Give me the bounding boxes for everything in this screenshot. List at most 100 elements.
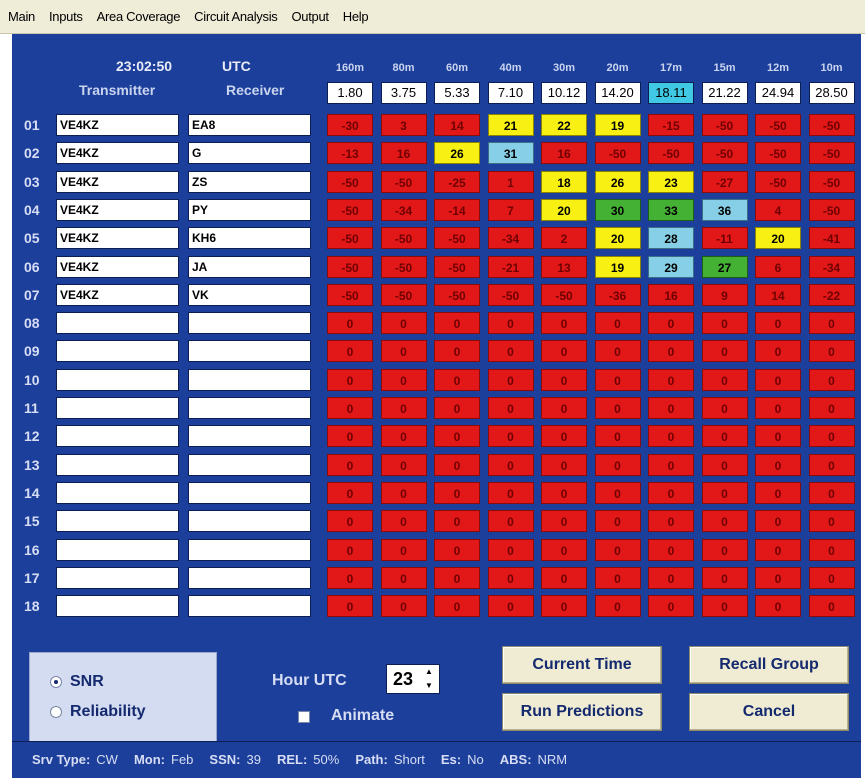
status-label: SSN: [209,752,241,767]
receiver-field[interactable]: EA8 [188,114,311,136]
prediction-cell: 0 [327,453,373,476]
band-frequency[interactable]: 7.10 [487,82,534,104]
prediction-cell: 0 [487,368,534,391]
prediction-cell: 0 [808,312,855,335]
prediction-cell: -50 [434,283,480,306]
animate-checkbox[interactable] [298,711,310,723]
prediction-cell: 0 [755,453,801,476]
prediction-cell: 0 [594,312,641,335]
receiver-field[interactable] [188,397,311,419]
prediction-cell: 0 [327,397,373,419]
band-frequency[interactable]: 14.20 [594,82,641,104]
prediction-cell: 0 [327,368,373,391]
prediction-cell: 0 [808,425,855,448]
prediction-cell: 0 [594,340,641,363]
receiver-field[interactable] [188,312,311,335]
receiver-field[interactable]: JA [188,255,311,278]
transmitter-field[interactable] [56,566,179,589]
prediction-cell: 0 [594,481,641,504]
prediction-cell: 0 [327,340,373,363]
cancel-button[interactable]: Cancel [689,693,849,731]
hour-spinner[interactable]: ▲ ▼ [421,666,437,692]
transmitter-field[interactable] [56,538,179,561]
band-frequency[interactable]: 24.94 [755,82,801,104]
transmitter-field[interactable]: VE4KZ [56,255,179,278]
transmitter-field[interactable]: VE4KZ [56,142,179,165]
transmitter-field[interactable] [56,595,179,618]
menu-bar: Main Inputs Area Coverage Circuit Analys… [0,0,865,34]
prediction-cell: 0 [434,595,480,618]
prediction-cell: -41 [808,227,855,250]
menu-main[interactable]: Main [8,9,35,24]
prediction-cell: 29 [648,255,694,278]
prediction-cell: 0 [648,368,694,391]
receiver-field[interactable]: ZS [188,170,311,193]
prediction-cell: 0 [380,397,427,419]
prediction-cell: 0 [380,453,427,476]
transmitter-field[interactable] [56,425,179,448]
status-value: Feb [171,752,194,767]
prediction-cell: 0 [808,538,855,561]
prediction-cell: 0 [327,510,373,533]
band-frequency[interactable]: 28.50 [808,82,855,104]
status-value: No [467,752,484,767]
prediction-cell: 0 [380,595,427,618]
transmitter-field[interactable] [56,397,179,419]
reliability-label: Reliability [70,703,146,720]
receiver-field[interactable] [188,481,311,504]
snr-radio[interactable]: SNR [50,673,104,691]
spin-down-icon[interactable]: ▼ [425,680,433,692]
transmitter-field[interactable]: VE4KZ [56,283,179,306]
prediction-cell: 0 [434,566,480,589]
prediction-cell: 0 [541,595,587,618]
spin-up-icon[interactable]: ▲ [425,666,433,678]
receiver-field[interactable] [188,340,311,363]
menu-output[interactable]: Output [292,9,330,24]
receiver-field[interactable]: VK [188,283,311,306]
transmitter-field[interactable]: VE4KZ [56,114,179,136]
status-value: Short [393,752,425,767]
status-value: CW [96,752,118,767]
current-time-button[interactable]: Current Time [502,646,662,684]
band-frequency[interactable]: 10.12 [541,82,587,104]
transmitter-field[interactable] [56,340,179,363]
display-mode-group: SNR Reliability [29,652,217,742]
receiver-field[interactable] [188,538,311,561]
transmitter-field[interactable] [56,510,179,533]
status-items: Srv Type: CW Mon: Feb SSN: 39 REL: 50% Path: Shor… [32,752,567,767]
transmitter-field[interactable]: VE4KZ [56,227,179,250]
receiver-field[interactable] [188,595,311,618]
reliability-radio[interactable]: Reliability [50,703,146,721]
menu-help[interactable]: Help [343,9,369,24]
menu-area-coverage[interactable]: Area Coverage [97,9,181,24]
receiver-field[interactable] [188,566,311,589]
band-frequency[interactable]: 21.22 [701,82,748,104]
transmitter-field[interactable] [56,312,179,335]
transmitter-field[interactable] [56,453,179,476]
transmitter-field[interactable]: VE4KZ [56,170,179,193]
radio-selected-icon [50,676,62,688]
receiver-field[interactable]: KH6 [188,227,311,250]
utc-label: UTC [222,58,251,74]
receiver-field[interactable] [188,453,311,476]
band-frequency[interactable]: 1.80 [327,82,373,104]
transmitter-field[interactable] [56,368,179,391]
prediction-cell: 0 [327,425,373,448]
prediction-cell: -50 [380,170,427,193]
run-predictions-button[interactable]: Run Predictions [502,693,662,731]
transmitter-field[interactable] [56,481,179,504]
status-value: 39 [246,752,261,767]
receiver-field[interactable] [188,425,311,448]
receiver-field[interactable]: PY [188,198,311,221]
recall-group-button[interactable]: Recall Group [689,646,849,684]
band-frequency[interactable]: 5.33 [434,82,480,104]
receiver-field[interactable] [188,368,311,391]
receiver-field[interactable] [188,510,311,533]
receiver-field[interactable]: G [188,142,311,165]
menu-circuit-analysis[interactable]: Circuit Analysis [194,9,278,24]
prediction-cell: -50 [701,142,748,165]
band-frequency[interactable]: 18.11 [648,82,694,104]
transmitter-field[interactable]: VE4KZ [56,198,179,221]
menu-inputs[interactable]: Inputs [49,9,83,24]
band-frequency[interactable]: 3.75 [380,82,427,104]
